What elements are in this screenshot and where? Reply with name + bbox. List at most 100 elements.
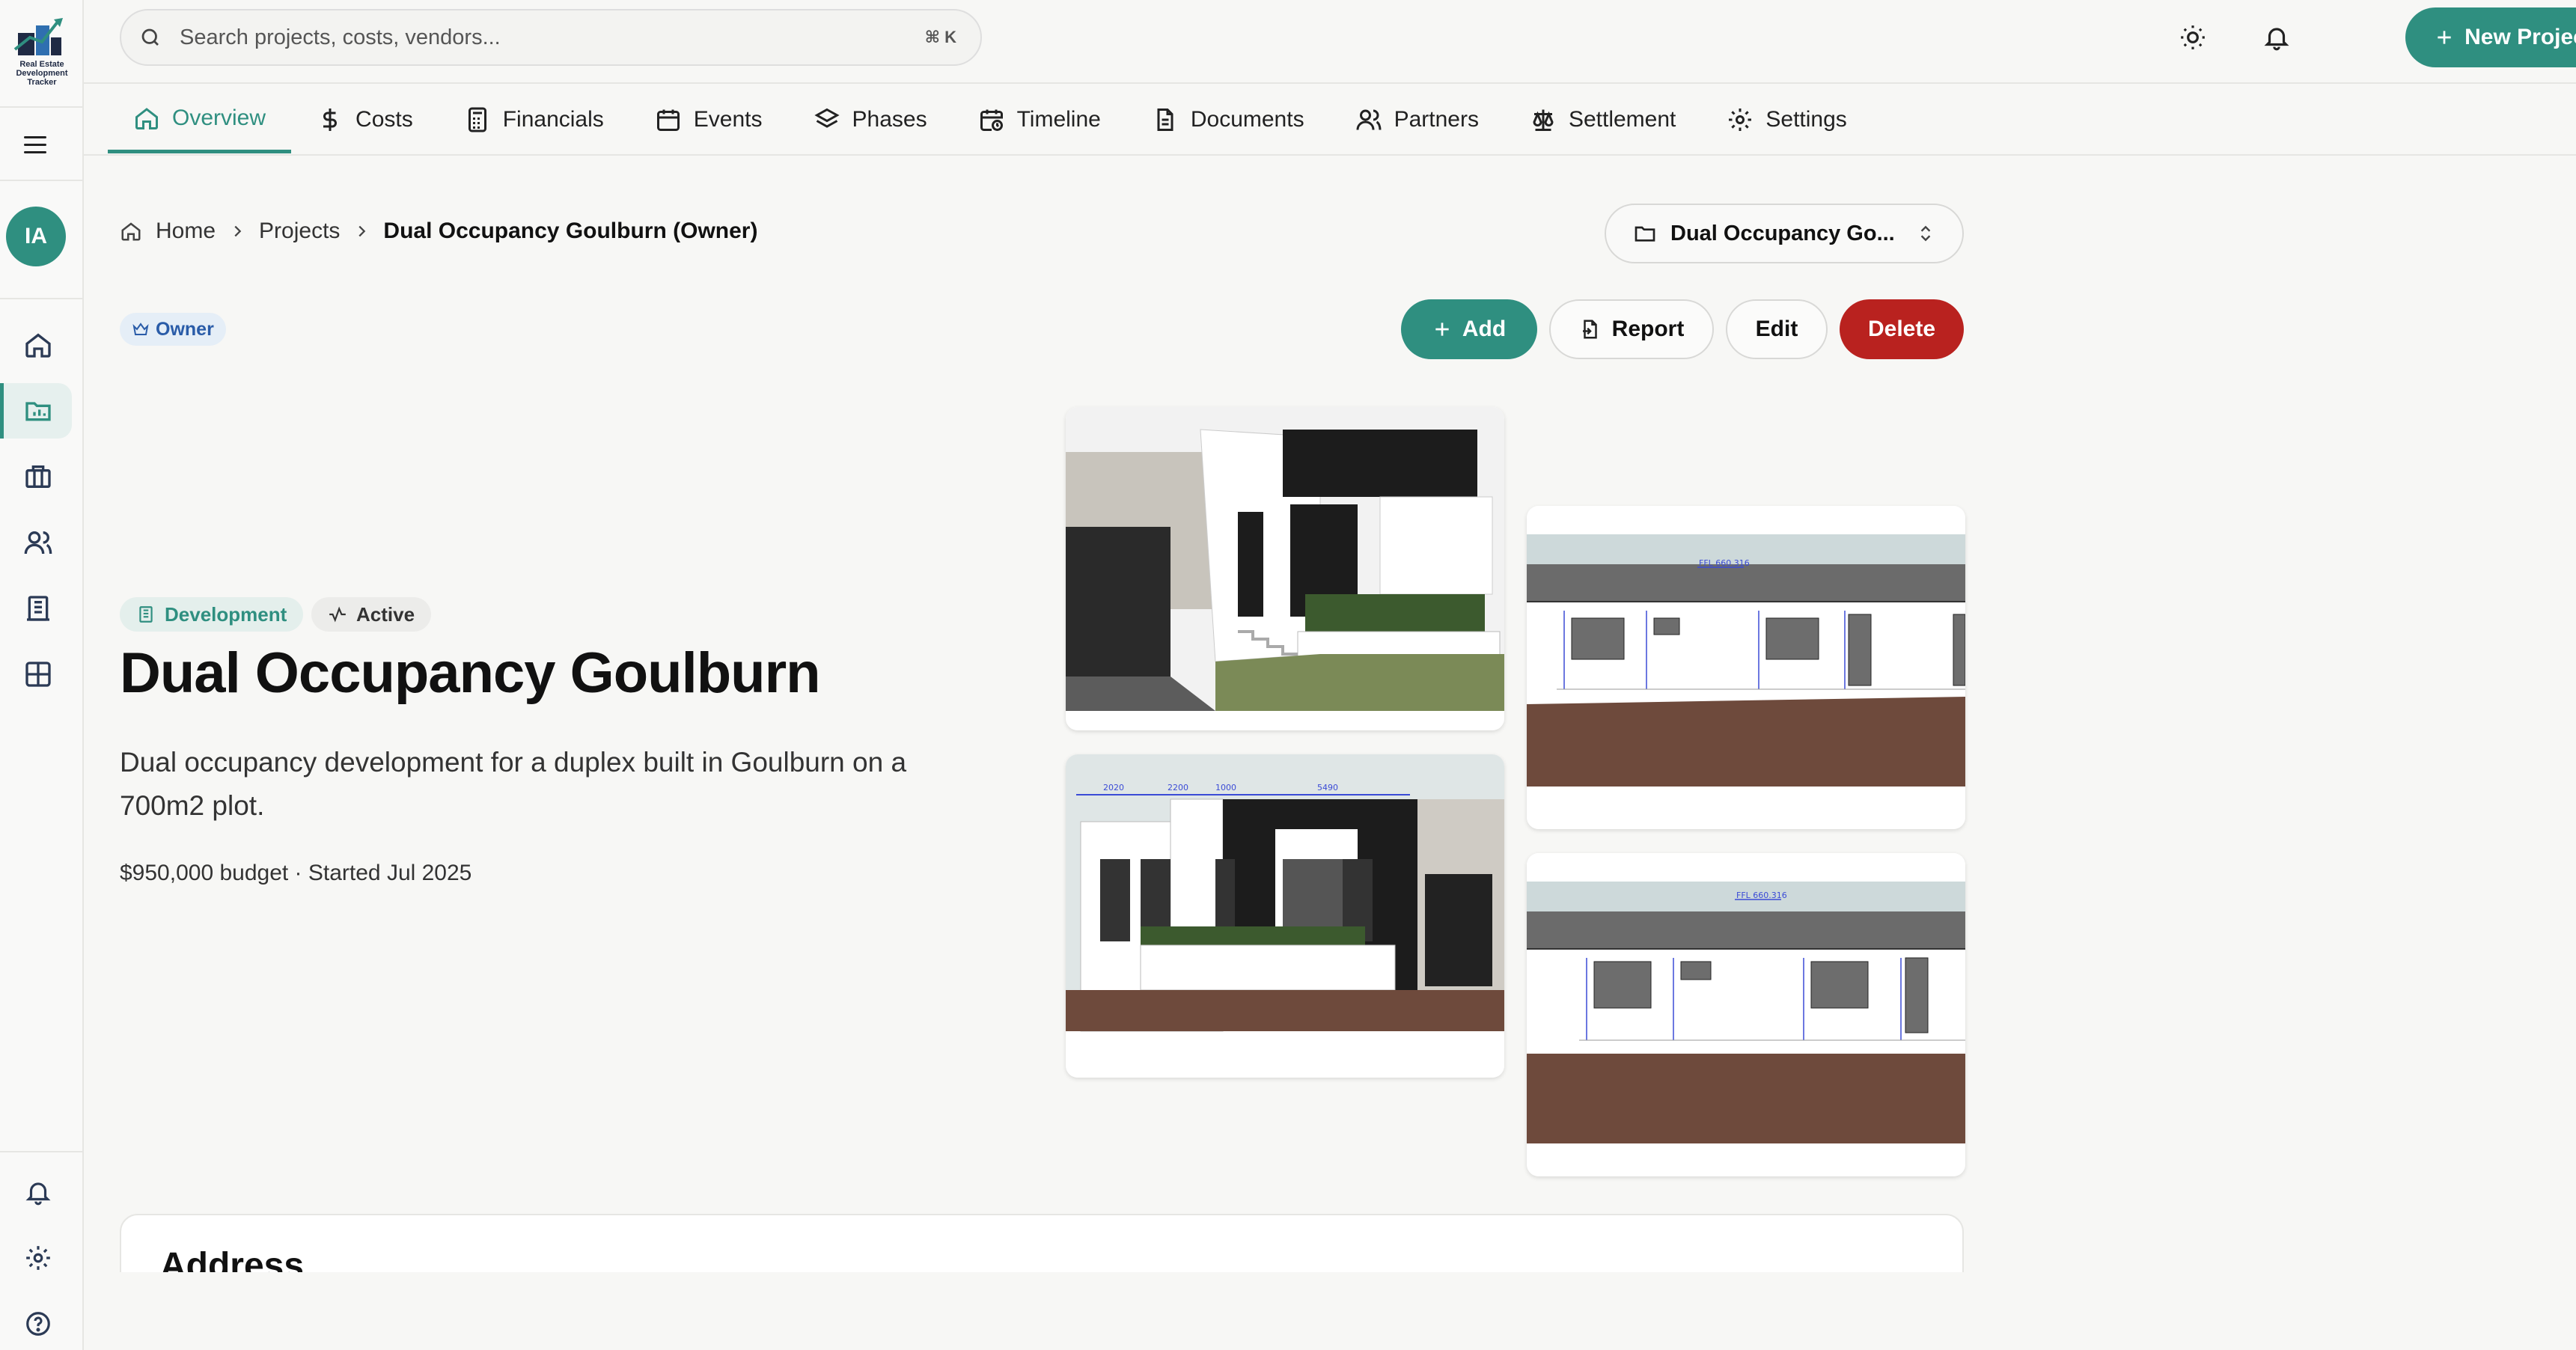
project-status-label: Active [356, 602, 415, 626]
rail-reports-button[interactable] [21, 591, 55, 626]
report-button[interactable]: Report [1549, 299, 1714, 359]
search-shortcut-hint: ⌘ K [924, 28, 956, 46]
chevron-right-icon [234, 225, 242, 237]
delete-button[interactable]: Delete [1840, 299, 1964, 359]
search-icon [141, 28, 159, 46]
search-bar[interactable]: Search projects, costs, vendors... ⌘ K [120, 9, 982, 66]
rail-divider [0, 298, 82, 299]
menu-toggle-button[interactable] [21, 133, 51, 157]
chevrons-up-down-icon [1920, 225, 1931, 242]
hamburger-icon [24, 136, 46, 153]
breadcrumb-current: Dual Occupancy Goulburn (Owner) [383, 219, 758, 243]
left-rail: Real Estate Development Tracker IA [0, 0, 84, 1350]
layers-icon [814, 108, 840, 128]
home-icon [25, 333, 51, 358]
sun-icon [2181, 25, 2205, 49]
dimension-label: 1000 [1215, 783, 1236, 792]
role-badge: Owner [120, 313, 226, 346]
building-icon [139, 606, 153, 623]
bell-icon [2264, 28, 2289, 51]
activity-icon [329, 606, 346, 623]
tab-label: Phases [852, 107, 927, 132]
chevron-right-icon [358, 225, 366, 237]
app-root: Real Estate Development Tracker IA Searc… [0, 0, 2576, 1350]
tab-label: Overview [172, 105, 266, 130]
breadcrumb: Home Projects Dual Occupancy Goulburn (O… [120, 219, 757, 244]
rail-help-button[interactable] [21, 1307, 55, 1341]
project-selector-value: Dual Occupancy Go... [1670, 221, 1895, 245]
rail-divider [0, 106, 82, 108]
rail-contacts-button[interactable] [21, 525, 55, 560]
rail-divider [0, 1151, 82, 1152]
app-logo[interactable]: Real Estate Development Tracker [4, 10, 78, 87]
rail-projects-button[interactable] [21, 394, 55, 428]
new-project-button[interactable]: New Project [2405, 7, 2576, 67]
crown-icon [132, 323, 149, 335]
tab-phases[interactable]: Phases [788, 86, 953, 153]
project-tabs: Overview Costs Financials Events Phases … [84, 85, 2576, 156]
project-image-render-perspective[interactable] [1066, 407, 1504, 730]
tab-timeline[interactable]: Timeline [953, 86, 1126, 153]
ffl-label: FFL 660.316 [1699, 558, 1750, 568]
tab-label: Documents [1190, 107, 1304, 132]
project-image-elevation-drawing-1[interactable]: FFL 660.316 [1527, 506, 1965, 829]
render-perspective-image [1066, 407, 1504, 730]
tab-documents[interactable]: Documents [1126, 86, 1330, 153]
rail-home-button[interactable] [21, 328, 55, 362]
dimension-label: 2020 [1103, 783, 1124, 792]
tab-label: Partners [1394, 107, 1479, 132]
breadcrumb-home[interactable]: Home [156, 219, 216, 244]
tab-overview[interactable]: Overview [108, 86, 292, 153]
dimension-label: 2200 [1168, 783, 1188, 792]
rail-grid-button[interactable] [21, 657, 55, 691]
project-description: Dual occupancy development for a duplex … [120, 747, 907, 821]
logo-graphic [13, 18, 63, 55]
grid-icon [25, 662, 51, 687]
project-selector[interactable]: Dual Occupancy Go... [1605, 204, 1964, 263]
tab-label: Settlement [1568, 107, 1676, 132]
calculator-icon [468, 107, 486, 132]
scale-icon [1533, 109, 1554, 131]
bell-icon [25, 1182, 51, 1206]
tab-events[interactable]: Events [629, 86, 788, 153]
add-button[interactable]: Add [1401, 299, 1537, 359]
building-icon [27, 596, 49, 621]
elevation-drawing-image: FFL 660.316 [1527, 506, 1965, 829]
notifications-button[interactable] [2254, 15, 2299, 60]
users-icon [1356, 109, 1382, 130]
tab-financials[interactable]: Financials [439, 86, 629, 153]
home-icon [121, 222, 141, 241]
tab-settlement[interactable]: Settlement [1504, 86, 1701, 153]
project-status-tag: Active [311, 597, 432, 632]
project-image-render-elevation[interactable]: 2020 2200 1000 5490 [1066, 754, 1504, 1078]
logo-text: Real Estate Development Tracker [16, 60, 68, 87]
rail-briefcase-button[interactable] [21, 459, 55, 494]
rail-settings-button[interactable] [21, 1241, 55, 1275]
rail-notifications-button[interactable] [21, 1175, 55, 1209]
users-icon [24, 531, 52, 555]
edit-button[interactable]: Edit [1726, 299, 1828, 359]
report-button-label: Report [1611, 317, 1685, 341]
render-elevation-image: 2020 2200 1000 5490 [1066, 754, 1504, 1078]
theme-toggle-button[interactable] [2170, 15, 2215, 60]
user-avatar[interactable]: IA [6, 207, 66, 266]
calendar-clock-icon [980, 109, 1003, 131]
dimension-label: 5490 [1317, 783, 1338, 792]
search-placeholder[interactable]: Search projects, costs, vendors... [180, 25, 925, 50]
tab-label: Events [693, 107, 763, 132]
tab-settings[interactable]: Settings [1701, 86, 1872, 153]
rail-divider [0, 180, 82, 181]
tab-costs[interactable]: Costs [291, 86, 439, 153]
project-meta: $950,000 budget · Started Jul 2025 [120, 861, 472, 885]
project-image-elevation-drawing-2[interactable]: FFL 660.316 [1527, 853, 1965, 1176]
elevation-drawing-image: FFL 660.316 [1527, 853, 1965, 1176]
gear-icon [1729, 109, 1752, 131]
dollar-icon [323, 109, 338, 131]
breadcrumb-projects[interactable]: Projects [259, 219, 340, 244]
home-icon [135, 107, 158, 129]
project-title: Dual Occupancy Goulburn [120, 641, 821, 705]
role-badge-label: Owner [156, 318, 214, 340]
plus-icon [1435, 323, 1449, 336]
folder-chart-icon [25, 402, 51, 421]
tab-partners[interactable]: Partners [1330, 86, 1504, 153]
